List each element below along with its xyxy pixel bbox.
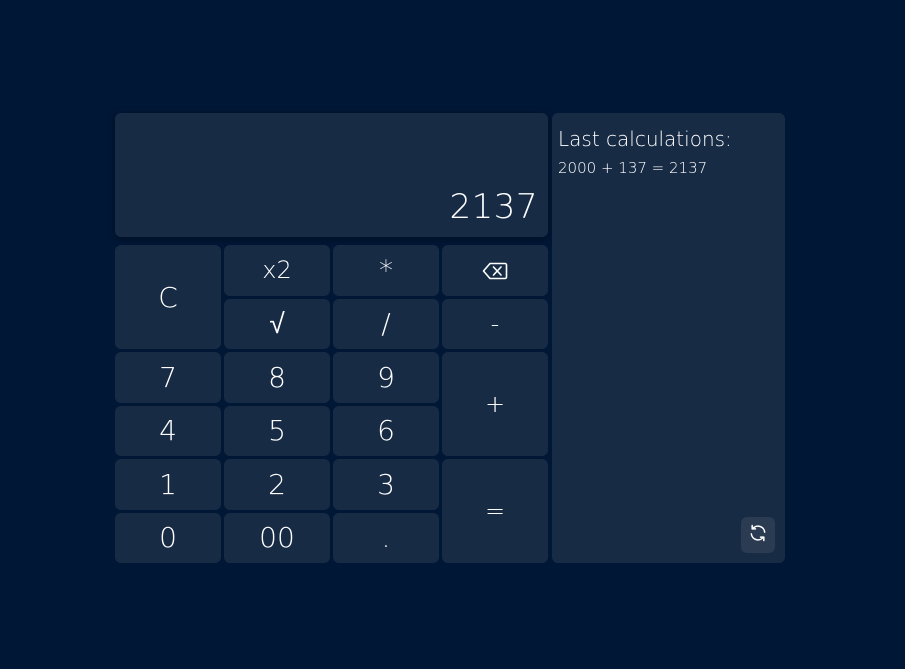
digit-4-button[interactable]: 4: [115, 405, 221, 456]
backspace-button[interactable]: [442, 245, 548, 296]
display: 2137: [115, 113, 548, 237]
clear-button[interactable]: C: [115, 245, 221, 349]
minus-button[interactable]: -: [442, 298, 548, 349]
plus-button[interactable]: +: [442, 352, 548, 456]
keypad: C x2 * √ / - 7 8 9 + 4 5 6 1 2 3 = 0 00 …: [115, 245, 548, 563]
digit-9-button[interactable]: 9: [333, 352, 439, 403]
digit-6-button[interactable]: 6: [333, 405, 439, 456]
history-panel: Last calculations: 2000 + 137 = 2137: [552, 113, 785, 563]
digit-7-button[interactable]: 7: [115, 352, 221, 403]
digit-5-button[interactable]: 5: [224, 405, 330, 456]
history-title: Last calculations:: [558, 127, 732, 151]
clear-history-button[interactable]: [741, 517, 775, 553]
digit-3-button[interactable]: 3: [333, 459, 439, 510]
calculator: 2137 C x2 * √ / - 7 8 9 + 4 5 6 1 2 3 = …: [115, 113, 548, 563]
display-value: 2137: [449, 187, 538, 227]
digit-1-button[interactable]: 1: [115, 459, 221, 510]
multiply-button[interactable]: *: [333, 245, 439, 296]
digit-2-button[interactable]: 2: [224, 459, 330, 510]
double-zero-button[interactable]: 00: [224, 512, 330, 563]
refresh-icon: [748, 523, 768, 547]
decimal-button[interactable]: .: [333, 512, 439, 563]
divide-button[interactable]: /: [333, 298, 439, 349]
equals-button[interactable]: =: [442, 459, 548, 563]
square-button[interactable]: x2: [224, 245, 330, 296]
history-entry: 2000 + 137 = 2137: [558, 159, 708, 177]
calculator-app: 2137 C x2 * √ / - 7 8 9 + 4 5 6 1 2 3 = …: [115, 113, 785, 563]
digit-0-button[interactable]: 0: [115, 512, 221, 563]
digit-8-button[interactable]: 8: [224, 352, 330, 403]
backspace-icon: [482, 254, 508, 287]
sqrt-button[interactable]: √: [224, 298, 330, 349]
